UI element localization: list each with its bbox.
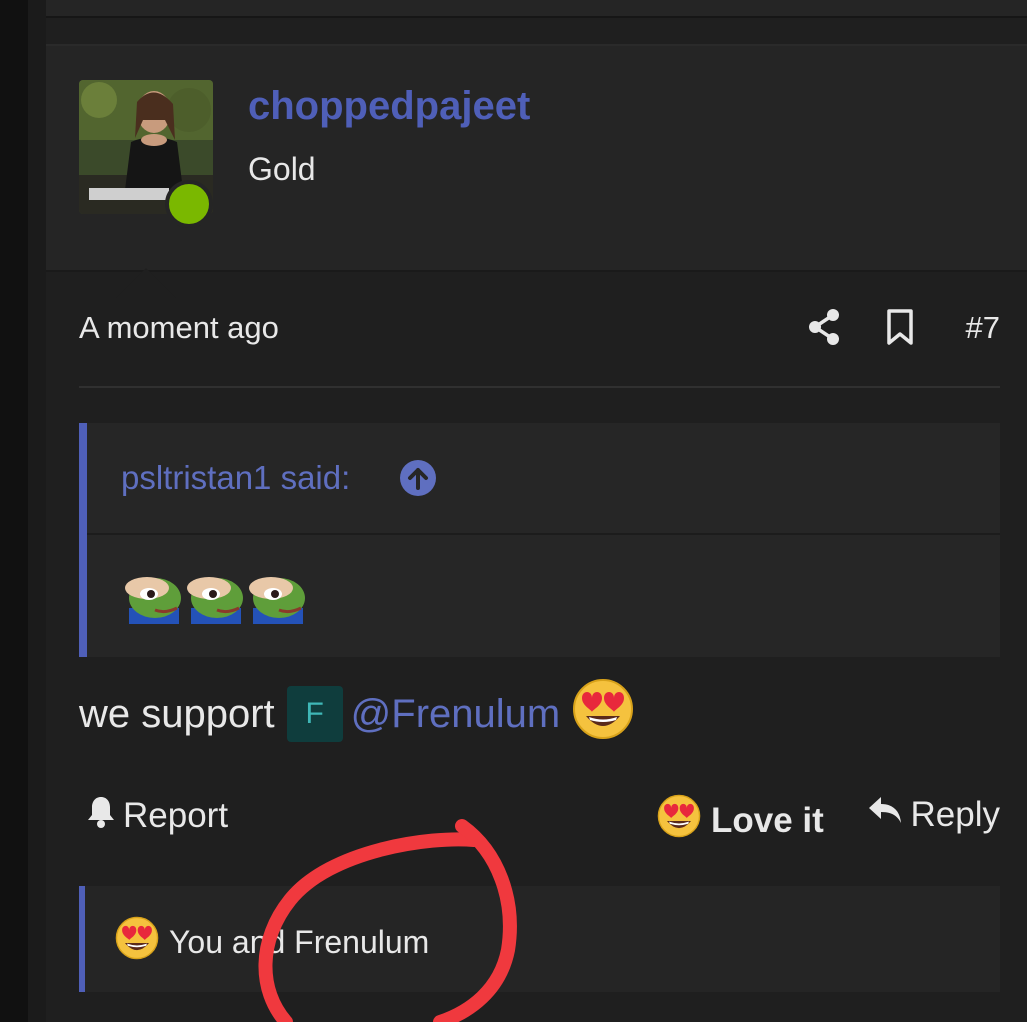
online-status-dot xyxy=(165,180,213,228)
quote-content xyxy=(121,568,307,624)
love-it-label: Love it xyxy=(711,800,824,840)
quote-block: psltristan1 said: xyxy=(79,423,1000,657)
user-info-block: choppedpajeet Gold xyxy=(46,46,1027,298)
love-it-button[interactable]: Love it xyxy=(657,794,824,847)
heart-eyes-emoji xyxy=(572,678,634,750)
left-gutter xyxy=(28,0,46,1022)
message-text: we support xyxy=(79,691,275,736)
user-block-pointer xyxy=(116,268,176,298)
share-icon[interactable] xyxy=(807,308,841,351)
post-number-link[interactable]: #7 xyxy=(966,310,1000,346)
reply-icon xyxy=(867,794,903,835)
left-rail xyxy=(0,0,28,1022)
reply-button[interactable]: Reply xyxy=(867,794,1000,835)
divider xyxy=(79,386,1000,388)
heart-eyes-emoji xyxy=(657,794,701,847)
bell-icon xyxy=(85,794,117,837)
pepe-emoji xyxy=(249,577,305,624)
reactions-summary[interactable]: You and Frenulum xyxy=(115,916,429,968)
pepe-emoji xyxy=(187,577,243,624)
reply-label: Reply xyxy=(910,794,1000,834)
reactions-text: You and Frenulum xyxy=(169,923,430,960)
user-title: Gold xyxy=(248,151,316,187)
quote-attribution[interactable]: psltristan1 said: xyxy=(121,459,350,497)
username-link[interactable]: choppedpajeet xyxy=(248,84,530,129)
heart-eyes-emoji xyxy=(115,916,159,968)
quote-header[interactable]: psltristan1 said: xyxy=(87,423,1000,535)
reactions-bar[interactable]: You and Frenulum xyxy=(79,886,1000,992)
mention-avatar[interactable]: F xyxy=(286,686,343,742)
report-label: Report xyxy=(123,795,229,835)
bookmark-icon[interactable] xyxy=(885,308,915,351)
previous-post-edge xyxy=(46,0,1027,18)
post-actions: Report Love it Reply xyxy=(79,786,1000,846)
arrow-up-circle-icon[interactable] xyxy=(399,459,437,502)
post-message: we support F @Frenulum xyxy=(79,678,634,750)
report-button[interactable]: Report xyxy=(85,794,228,837)
mention-link[interactable]: @Frenulum xyxy=(351,692,561,737)
pepe-emoji xyxy=(125,577,181,624)
post-meta-row: A moment ago #7 xyxy=(79,300,1000,356)
post-timestamp[interactable]: A moment ago xyxy=(79,310,279,346)
